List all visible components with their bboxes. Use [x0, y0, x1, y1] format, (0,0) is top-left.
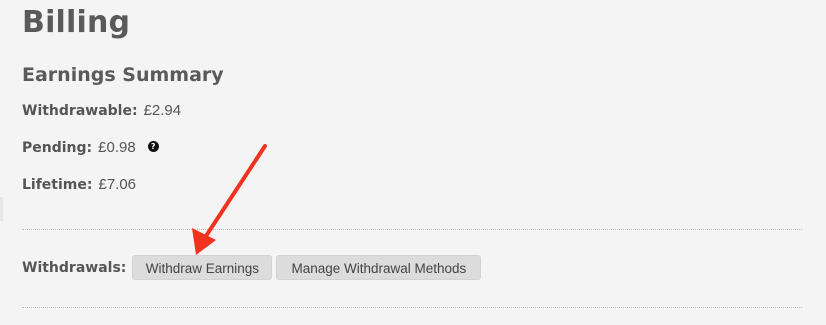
withdraw-earnings-button[interactable]: Withdraw Earnings — [132, 255, 273, 280]
pending-row: Pending: £0.98 ? — [22, 138, 159, 158]
withdrawable-label: Withdrawable: — [22, 103, 138, 119]
lifetime-value: £7.06 — [98, 176, 137, 193]
pending-value: £0.98 — [98, 139, 136, 156]
withdrawable-row: Withdrawable: £2.94 — [22, 101, 181, 121]
earnings-summary-title: Earnings Summary — [22, 64, 224, 86]
section-divider — [22, 229, 802, 230]
lifetime-label: Lifetime: — [22, 177, 93, 193]
billing-page: Billing Earnings Summary Withdrawable: £… — [0, 0, 826, 325]
withdrawals-row: Withdrawals: Withdraw Earnings Manage Wi… — [22, 255, 485, 280]
lifetime-row: Lifetime: £7.06 — [22, 175, 136, 195]
arrow-shaft — [204, 144, 267, 238]
help-question-icon[interactable]: ? — [147, 141, 159, 152]
arrow-head — [192, 228, 216, 255]
withdrawals-label: Withdrawals: — [22, 259, 127, 276]
section-divider-bottom — [22, 307, 802, 308]
side-panel-edge[interactable] — [0, 197, 3, 221]
page-title: Billing — [22, 5, 131, 40]
manage-withdrawal-methods-button[interactable]: Manage Withdrawal Methods — [276, 255, 482, 280]
withdrawable-value: £2.94 — [143, 102, 182, 119]
pending-label: Pending: — [22, 140, 93, 156]
